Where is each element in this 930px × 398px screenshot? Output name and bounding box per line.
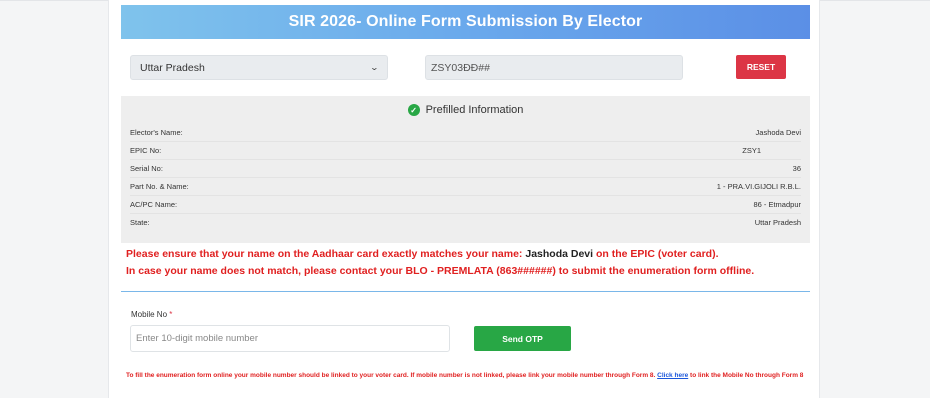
form-card: SIR 2026- Online Form Submission By Elec… (108, 0, 820, 398)
info-value: 1 - PRA.VI.GIJOLI R.B.L. (716, 182, 801, 191)
notice-text: Please ensure that your name on the Aadh… (126, 248, 523, 260)
info-row-state: State: Uttar Pradesh (130, 213, 801, 231)
prefilled-info-title: Prefilled Information (425, 104, 524, 116)
section-divider (121, 291, 810, 292)
reset-button[interactable]: RESET (736, 55, 786, 79)
info-row-part-name: Part No. & Name: 1 - PRA.VI.GIJOLI R.B.L… (130, 177, 801, 195)
info-label: AC/PC Name: (130, 200, 178, 209)
page-header: SIR 2026- Online Form Submission By Elec… (121, 5, 810, 39)
prefilled-info-heading: ✓ Prefilled Information (121, 104, 810, 116)
mobile-number-input[interactable]: Enter 10-digit mobile number (130, 325, 450, 352)
mobile-input-placeholder: Enter 10-digit mobile number (136, 333, 258, 344)
mobile-label: Mobile No * (131, 310, 172, 319)
info-label: Serial No: (130, 164, 163, 173)
info-label: Elector's Name: (130, 127, 183, 137)
prefilled-info-panel: ✓ Prefilled Information Elector's Name: … (121, 96, 810, 243)
info-value: 36 (792, 164, 801, 173)
footnote-text: To fill the enumeration form online your… (126, 372, 656, 379)
footnote-text-end: to link the Mobile No through Form 8 (690, 372, 804, 379)
check-circle-icon: ✓ (407, 104, 420, 116)
info-row-elector-name: Elector's Name: Jashoda Devi (130, 123, 801, 141)
info-label: State: (130, 218, 150, 227)
form8-link[interactable]: Click here (657, 372, 688, 379)
info-label: EPIC No: (130, 146, 162, 155)
info-value: ZSY1 (742, 146, 761, 155)
blo-contact-notice: In case your name does not match, please… (126, 265, 755, 277)
epic-input-value: ZSY03ĐĐ## (431, 61, 490, 74)
state-select-value: Uttar Pradesh (140, 61, 205, 74)
chevron-down-icon: ⌄ (369, 63, 380, 72)
notice-text: on the EPIC (voter card). (595, 248, 719, 260)
page-title: SIR 2026- Online Form Submission By Elec… (288, 13, 643, 30)
info-row-serial-no: Serial No: 36 (130, 159, 801, 177)
info-value: Jashoda Devi (755, 127, 801, 137)
info-value: Uttar Pradesh (754, 218, 801, 227)
info-value: 86 - Etmadpur (753, 200, 801, 209)
form8-footnote: To fill the enumeration form online your… (126, 370, 806, 382)
info-row-epic-no: EPIC No: ZSY1 (130, 141, 801, 159)
info-label: Part No. & Name: (130, 182, 189, 191)
epic-input[interactable]: ZSY03ĐĐ## (425, 55, 683, 80)
required-mark: * (169, 310, 173, 319)
notice-elector-name: Jashoda Devi (525, 248, 594, 260)
state-select[interactable]: Uttar Pradesh ⌄ (130, 55, 388, 80)
send-otp-button[interactable]: Send OTP (474, 326, 571, 351)
name-match-notice: Please ensure that your name on the Aadh… (126, 248, 719, 260)
mobile-label-text: Mobile No (131, 310, 168, 319)
info-row-ac-pc-name: AC/PC Name: 86 - Etmadpur (130, 195, 801, 213)
